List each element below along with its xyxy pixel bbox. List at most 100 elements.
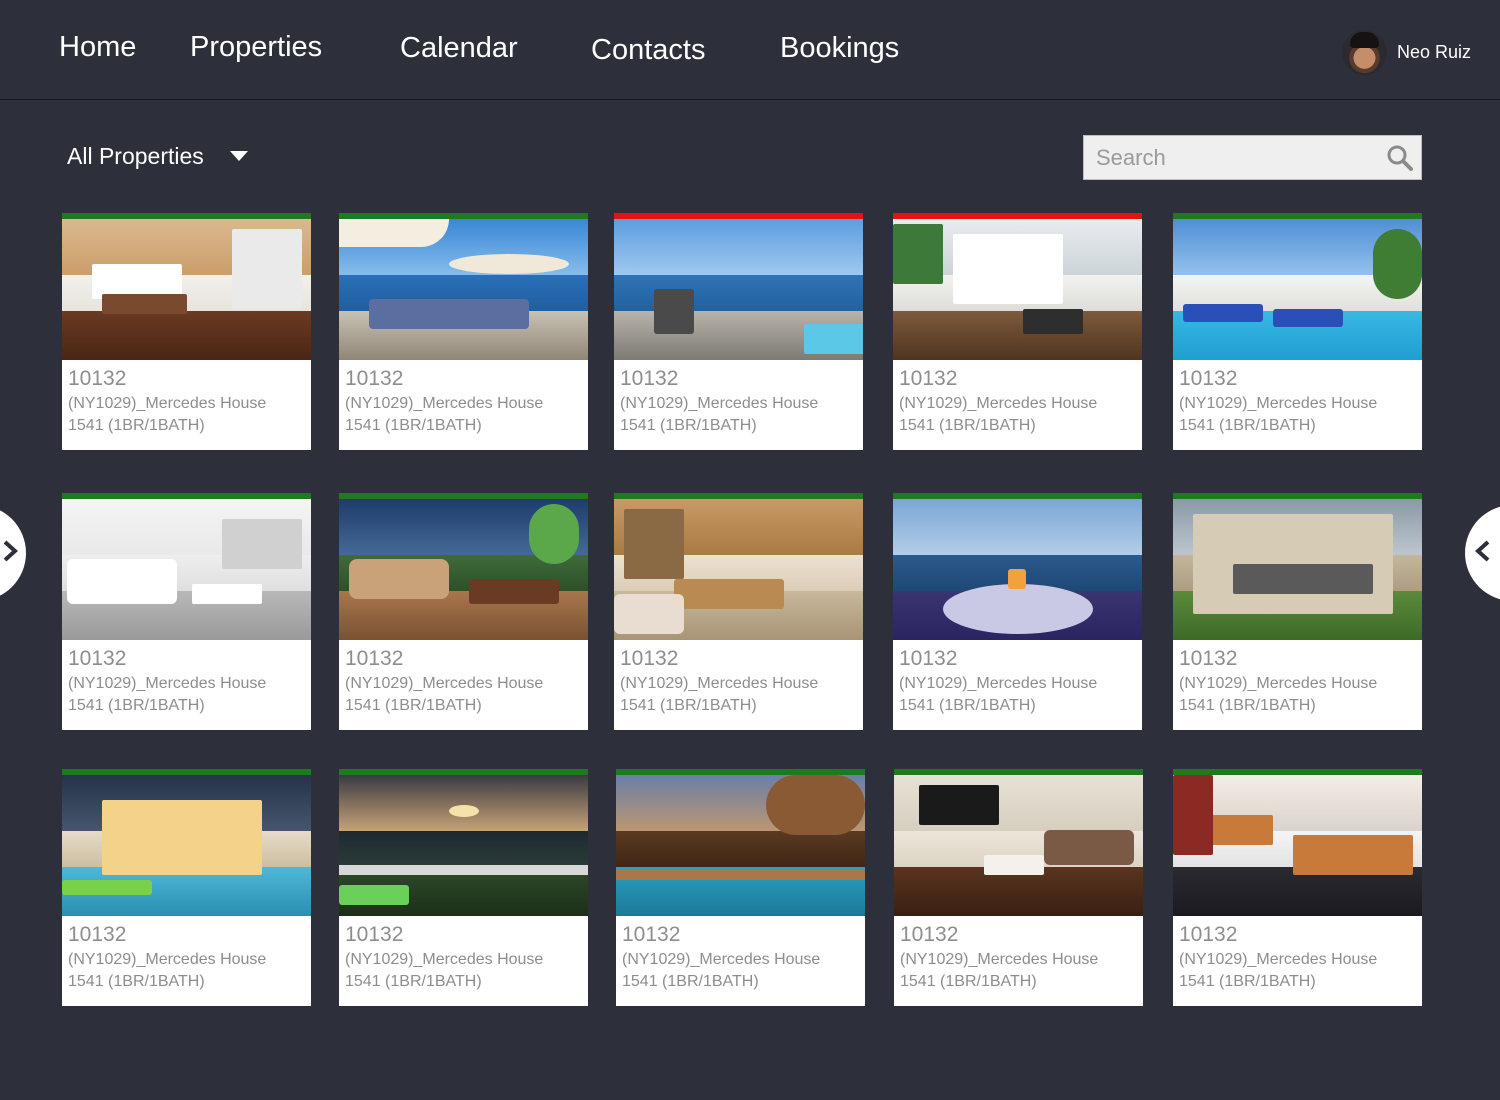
photo-detail bbox=[102, 294, 187, 314]
nav-bookings[interactable]: Bookings bbox=[780, 32, 899, 65]
property-id: 10132 bbox=[345, 923, 404, 946]
photo-detail bbox=[192, 584, 262, 604]
property-card[interactable]: 10132 (NY1029)_Mercedes House 1541 (1BR/… bbox=[339, 213, 588, 450]
property-card[interactable]: 10132 (NY1029)_Mercedes House 1541 (1BR/… bbox=[614, 493, 863, 730]
property-unit: 1541 (1BR/1BATH) bbox=[68, 697, 205, 714]
property-card[interactable]: 10132 (NY1029)_Mercedes House 1541 (1BR/… bbox=[1173, 213, 1422, 450]
property-card[interactable]: 10132 (NY1029)_Mercedes House 1541 (1BR/… bbox=[339, 769, 588, 1006]
property-card[interactable]: 10132 (NY1029)_Mercedes House 1541 (1BR/… bbox=[1173, 769, 1422, 1006]
property-photo bbox=[614, 499, 863, 640]
property-unit: 1541 (1BR/1BATH) bbox=[1179, 417, 1316, 434]
photo-detail bbox=[984, 855, 1044, 875]
next-page-button[interactable] bbox=[1465, 505, 1500, 601]
top-navigation: Home Properties Calendar Contacts Bookin… bbox=[0, 0, 1500, 100]
property-name: (NY1029)_Mercedes House bbox=[68, 395, 267, 412]
property-card[interactable]: 10132 (NY1029)_Mercedes House 1541 (1BR/… bbox=[616, 769, 865, 1006]
nav-home[interactable]: Home bbox=[59, 31, 136, 64]
photo-detail bbox=[1293, 835, 1413, 875]
photo-detail bbox=[449, 254, 569, 274]
property-unit: 1541 (1BR/1BATH) bbox=[620, 697, 757, 714]
photo-detail bbox=[1233, 564, 1373, 594]
property-name: (NY1029)_Mercedes House bbox=[1179, 395, 1378, 412]
photo-detail bbox=[766, 775, 865, 835]
property-id: 10132 bbox=[1179, 923, 1238, 946]
search-icon[interactable] bbox=[1385, 143, 1415, 173]
photo-detail bbox=[222, 519, 302, 569]
property-unit: 1541 (1BR/1BATH) bbox=[68, 973, 205, 990]
property-id: 10132 bbox=[1179, 367, 1238, 390]
chevron-right-icon bbox=[2, 539, 18, 568]
search-box bbox=[1083, 135, 1422, 180]
property-id: 10132 bbox=[345, 367, 404, 390]
property-photo bbox=[1173, 219, 1422, 360]
photo-detail bbox=[893, 224, 943, 284]
photo-detail bbox=[654, 289, 694, 334]
property-card[interactable]: 10132 (NY1029)_Mercedes House 1541 (1BR/… bbox=[614, 213, 863, 450]
photo-detail bbox=[919, 785, 999, 825]
photo-detail bbox=[102, 800, 262, 875]
property-id: 10132 bbox=[899, 367, 958, 390]
property-id: 10132 bbox=[345, 647, 404, 670]
photo-detail bbox=[1023, 309, 1083, 334]
nav-calendar[interactable]: Calendar bbox=[400, 32, 518, 65]
property-unit: 1541 (1BR/1BATH) bbox=[900, 973, 1037, 990]
property-id: 10132 bbox=[68, 647, 127, 670]
property-card[interactable]: 10132 (NY1029)_Mercedes House 1541 (1BR/… bbox=[893, 493, 1142, 730]
photo-detail bbox=[529, 504, 579, 564]
property-unit: 1541 (1BR/1BATH) bbox=[1179, 697, 1316, 714]
photo-detail bbox=[1044, 830, 1134, 865]
photo-detail bbox=[1173, 775, 1213, 855]
property-name: (NY1029)_Mercedes House bbox=[1179, 675, 1378, 692]
property-card[interactable]: 10132 (NY1029)_Mercedes House 1541 (1BR/… bbox=[62, 769, 311, 1006]
property-unit: 1541 (1BR/1BATH) bbox=[620, 417, 757, 434]
property-card[interactable]: 10132 (NY1029)_Mercedes House 1541 (1BR/… bbox=[894, 769, 1143, 1006]
caret-down-icon bbox=[229, 151, 248, 161]
property-id: 10132 bbox=[900, 923, 959, 946]
photo-detail bbox=[369, 299, 529, 329]
photo-detail bbox=[67, 559, 177, 604]
property-name: (NY1029)_Mercedes House bbox=[345, 395, 544, 412]
previous-page-button[interactable] bbox=[0, 505, 26, 601]
property-photo bbox=[1173, 775, 1422, 916]
property-photo bbox=[62, 775, 311, 916]
photo-detail bbox=[469, 579, 559, 604]
photo-detail bbox=[339, 219, 449, 247]
user-menu[interactable]: Neo Ruiz bbox=[1342, 29, 1471, 75]
photo-detail bbox=[62, 880, 152, 895]
photo-detail bbox=[1373, 229, 1422, 299]
property-name: (NY1029)_Mercedes House bbox=[620, 395, 819, 412]
photo-detail bbox=[232, 229, 302, 309]
nav-properties[interactable]: Properties bbox=[190, 31, 322, 64]
property-name: (NY1029)_Mercedes House bbox=[68, 675, 267, 692]
property-id: 10132 bbox=[68, 923, 127, 946]
avatar[interactable] bbox=[1342, 29, 1387, 75]
property-photo bbox=[1173, 499, 1422, 640]
property-photo bbox=[894, 775, 1143, 916]
property-unit: 1541 (1BR/1BATH) bbox=[899, 697, 1036, 714]
property-name: (NY1029)_Mercedes House bbox=[899, 395, 1098, 412]
property-id: 10132 bbox=[620, 647, 679, 670]
property-photo bbox=[339, 775, 588, 916]
property-card[interactable]: 10132 (NY1029)_Mercedes House 1541 (1BR/… bbox=[339, 493, 588, 730]
property-filter-dropdown[interactable]: All Properties bbox=[67, 140, 248, 172]
photo-detail bbox=[624, 509, 684, 579]
property-card[interactable]: 10132 (NY1029)_Mercedes House 1541 (1BR/… bbox=[1173, 493, 1422, 730]
user-name: Neo Ruiz bbox=[1397, 41, 1472, 62]
property-photo bbox=[893, 219, 1142, 360]
property-card[interactable]: 10132 (NY1029)_Mercedes House 1541 (1BR/… bbox=[62, 213, 311, 450]
property-name: (NY1029)_Mercedes House bbox=[900, 951, 1099, 968]
property-name: (NY1029)_Mercedes House bbox=[345, 951, 544, 968]
property-unit: 1541 (1BR/1BATH) bbox=[899, 417, 1036, 434]
property-card[interactable]: 10132 (NY1029)_Mercedes House 1541 (1BR/… bbox=[893, 213, 1142, 450]
property-photo bbox=[893, 499, 1142, 640]
property-card[interactable]: 10132 (NY1029)_Mercedes House 1541 (1BR/… bbox=[62, 493, 311, 730]
property-photo bbox=[62, 499, 311, 640]
photo-detail bbox=[674, 579, 784, 609]
photo-detail bbox=[943, 584, 1093, 634]
property-id: 10132 bbox=[68, 367, 127, 390]
nav-contacts[interactable]: Contacts bbox=[591, 34, 705, 67]
search-input[interactable] bbox=[1084, 136, 1385, 179]
property-photo bbox=[339, 219, 588, 360]
photo-detail bbox=[1203, 815, 1273, 845]
property-id: 10132 bbox=[1179, 647, 1238, 670]
